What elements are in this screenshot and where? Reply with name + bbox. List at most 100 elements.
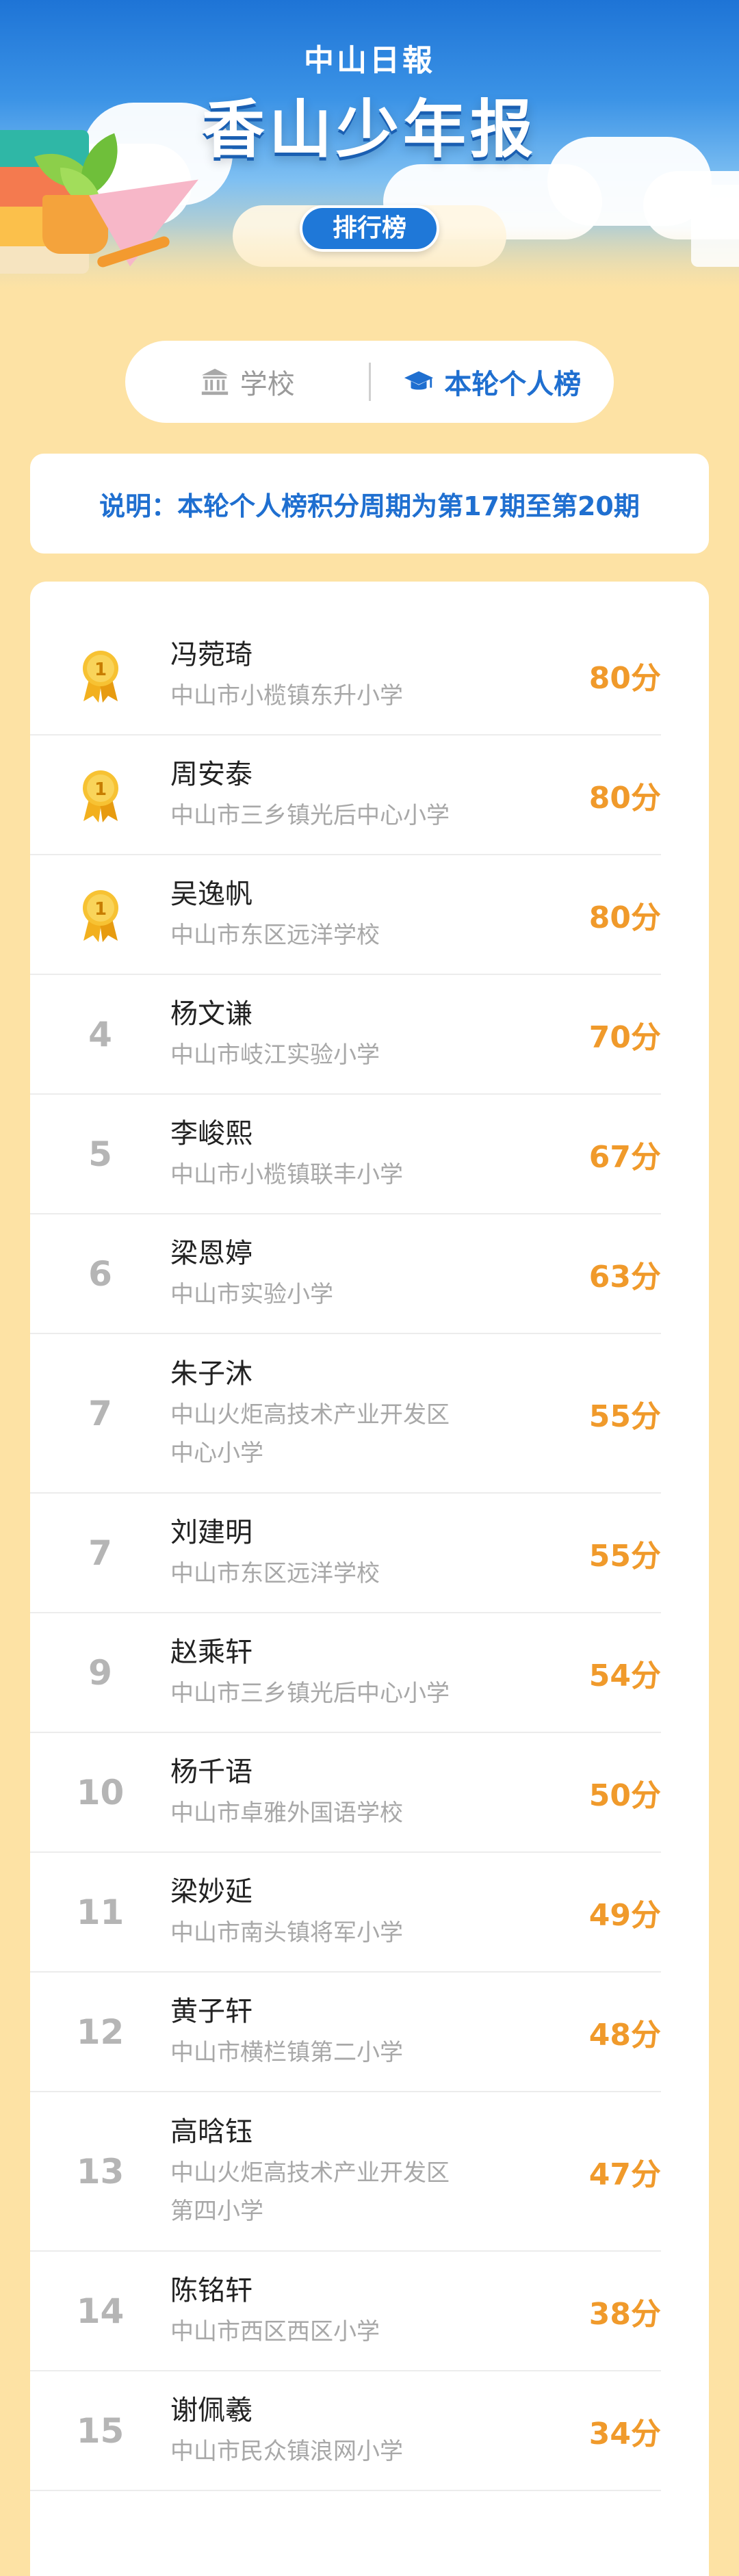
rank-cell: 9: [88, 1652, 112, 1693]
leaderboard-badge: 排行榜: [300, 205, 439, 252]
ranking-row[interactable]: 1 冯菀琦 中山市小榄镇东升小学 80分: [30, 616, 661, 736]
participant-info: 杨千语 中山市卓雅外国语学校: [170, 1753, 552, 1832]
rank-cell: 14: [76, 2291, 125, 2331]
ranking-row[interactable]: 11 梁妙延 中山市南头镇将军小学 49分: [30, 1853, 661, 1973]
ranking-row[interactable]: 14 陈铭轩 中山市西区西区小学 38分: [30, 2252, 661, 2371]
participant-score: 47分: [588, 2157, 661, 2192]
participant-score: 55分: [588, 1398, 661, 1434]
participant-name: 高晗钰: [170, 2116, 252, 2148]
participant-info: 陈铭轩 中山市西区西区小学: [170, 2272, 552, 2351]
rank-cell: 11: [76, 1892, 125, 1932]
rank-cell: 1: [30, 886, 170, 944]
participant-name: 杨千语: [170, 1756, 252, 1788]
header-banner: 中山日報 香山少年报 排行榜: [0, 0, 739, 328]
participant-info: 黄子轩 中山市横栏镇第二小学: [170, 1992, 552, 2072]
participant-name: 赵乘轩: [170, 1636, 252, 1668]
participant-score: 67分: [588, 1139, 661, 1175]
rank-cell: 10: [76, 1772, 125, 1812]
rank-cell: 6: [88, 1253, 112, 1294]
participant-school: 中山市东区远洋学校: [170, 1559, 380, 1587]
participant-info: 梁妙延 中山市南头镇将军小学: [170, 1873, 552, 1952]
ranking-list: 1 冯菀琦 中山市小榄镇东升小学 80分 1 周安泰 中山市三乡镇光后中心小学 …: [30, 616, 709, 2491]
svg-text:1: 1: [94, 779, 106, 800]
participant-score: 50分: [588, 1778, 661, 1813]
participant-name: 吴逸帆: [170, 878, 252, 910]
participant-info: 高晗钰 中山火炬高技术产业开发区第四小学: [170, 2113, 552, 2230]
participant-info: 赵乘轩 中山市三乡镇光后中心小学: [170, 1633, 552, 1713]
ranking-tabs: 学校 本轮个人榜: [125, 341, 614, 423]
ranking-row[interactable]: 7 刘建明 中山市东区远洋学校 55分: [30, 1494, 661, 1613]
rank-cell: 7: [88, 1533, 112, 1573]
ranking-row[interactable]: 9 赵乘轩 中山市三乡镇光后中心小学 54分: [30, 1613, 661, 1733]
participant-score: 55分: [588, 1538, 661, 1574]
rank-cell: 12: [76, 2012, 125, 2052]
ranking-row[interactable]: 4 杨文谦 中山市岐江实验小学 70分: [30, 975, 661, 1095]
participant-info: 周安泰 中山市三乡镇光后中心小学: [170, 755, 552, 835]
ranking-row[interactable]: 10 杨千语 中山市卓雅外国语学校 50分: [30, 1733, 661, 1853]
participant-name: 梁恩婷: [170, 1237, 252, 1269]
ranking-list-card: 1 冯菀琦 中山市小榄镇东升小学 80分 1 周安泰 中山市三乡镇光后中心小学 …: [30, 582, 709, 2576]
participant-info: 朱子沐 中山火炬高技术产业开发区中心小学: [170, 1355, 552, 1472]
rank-cell: 7: [88, 1393, 112, 1433]
participant-name: 谢佩羲: [170, 2394, 252, 2426]
participant-name: 朱子沐: [170, 1357, 252, 1390]
participant-score: 49分: [588, 1897, 661, 1933]
rank-cell: 1: [30, 766, 170, 824]
newspaper-logo: 中山日報: [304, 43, 435, 78]
participant-info: 谢佩羲 中山市民众镇浪网小学: [170, 2391, 552, 2471]
paper-decoration: [691, 185, 739, 267]
participant-school: 中山市横栏镇第二小学: [170, 2038, 403, 2066]
gold-medal-icon: 1: [82, 889, 118, 942]
participant-score: 48分: [588, 2017, 661, 2053]
period-notice: 说明：本轮个人榜积分周期为第17期至第20期: [30, 454, 709, 554]
ranking-row[interactable]: 6 梁恩婷 中山市实验小学 63分: [30, 1214, 661, 1334]
participant-school: 中山市西区西区小学: [170, 2317, 380, 2345]
rank-cell: 4: [88, 1014, 112, 1054]
tab-personal-label: 本轮个人榜: [444, 369, 582, 400]
participant-school: 中山市小榄镇联丰小学: [170, 1160, 403, 1188]
participant-info: 杨文谦 中山市岐江实验小学: [170, 995, 552, 1074]
ranking-row[interactable]: 13 高晗钰 中山火炬高技术产业开发区第四小学 47分: [30, 2092, 661, 2252]
participant-score: 80分: [588, 900, 661, 935]
rank-cell: 5: [88, 1134, 112, 1174]
participant-school: 中山市南头镇将军小学: [170, 1918, 403, 1947]
participant-school: 中山火炬高技术产业开发区中心小学: [170, 1401, 450, 1467]
graduation-cap-icon: [404, 371, 434, 390]
ranking-row[interactable]: 5 李峻熙 中山市小榄镇联丰小学 67分: [30, 1095, 661, 1214]
participant-name: 周安泰: [170, 758, 252, 790]
participant-score: 80分: [588, 780, 661, 816]
rank-cell: 13: [76, 2151, 125, 2191]
participant-name: 杨文谦: [170, 998, 252, 1030]
participant-name: 黄子轩: [170, 1995, 252, 2027]
school-building-icon: [201, 368, 228, 395]
gold-medal-icon: 1: [82, 650, 118, 703]
svg-text:1: 1: [94, 660, 106, 680]
participant-school: 中山市东区远洋学校: [170, 921, 380, 949]
ranking-row[interactable]: 12 黄子轩 中山市横栏镇第二小学 48分: [30, 1973, 661, 2092]
svg-text:1: 1: [94, 899, 106, 920]
participant-score: 54分: [588, 1658, 661, 1693]
rank-cell: 1: [30, 647, 170, 704]
participant-score: 70分: [588, 1019, 661, 1055]
ranking-row[interactable]: 1 吴逸帆 中山市东区远洋学校 80分: [30, 855, 661, 975]
participant-info: 梁恩婷 中山市实验小学: [170, 1234, 552, 1314]
participant-info: 李峻熙 中山市小榄镇联丰小学: [170, 1115, 552, 1194]
participant-school: 中山市岐江实验小学: [170, 1041, 380, 1069]
participant-school: 中山市实验小学: [170, 1280, 333, 1308]
participant-score: 38分: [588, 2296, 661, 2332]
participant-score: 63分: [588, 1259, 661, 1294]
participant-score: 34分: [588, 2416, 661, 2451]
participant-school: 中山市小榄镇东升小学: [170, 681, 403, 710]
ranking-row[interactable]: 7 朱子沐 中山火炬高技术产业开发区中心小学 55分: [30, 1334, 661, 1494]
participant-score: 80分: [588, 660, 661, 696]
tab-school[interactable]: 学校: [125, 341, 369, 423]
tab-personal-ranking[interactable]: 本轮个人榜: [371, 341, 614, 423]
participant-school: 中山市卓雅外国语学校: [170, 1799, 403, 1827]
participant-school: 中山火炬高技术产业开发区第四小学: [170, 2159, 450, 2225]
participant-name: 李峻熙: [170, 1117, 252, 1149]
gold-medal-icon: 1: [82, 770, 118, 822]
ranking-row[interactable]: 1 周安泰 中山市三乡镇光后中心小学 80分: [30, 736, 661, 855]
participant-name: 冯菀琦: [170, 638, 252, 671]
participant-school: 中山市三乡镇光后中心小学: [170, 1679, 450, 1707]
ranking-row[interactable]: 15 谢佩羲 中山市民众镇浪网小学 34分: [30, 2371, 661, 2491]
